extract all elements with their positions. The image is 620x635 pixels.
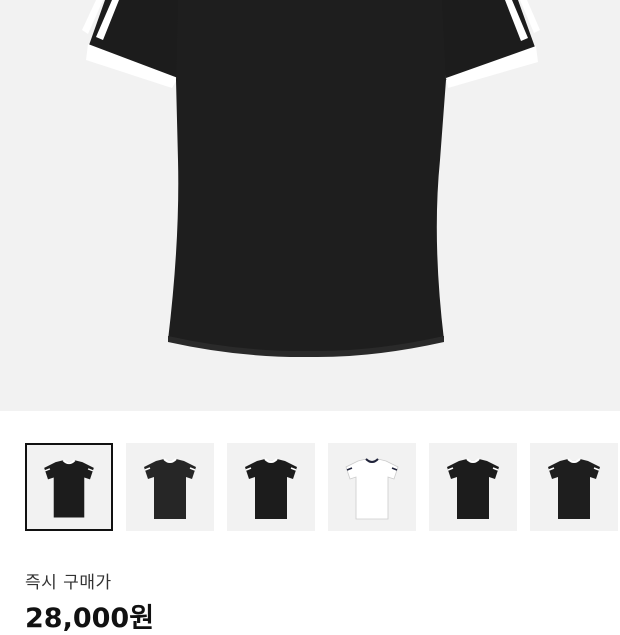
thumbnail-0[interactable] [25,443,113,531]
thumbnail-2[interactable] [227,443,315,531]
white-ringer-tee [345,458,399,520]
thumbnail-4[interactable] [429,443,517,531]
instant-buy-label: 즉시 구매가 [25,573,112,593]
thumbnail-1[interactable] [126,443,214,531]
tshirt-illustration [82,0,540,358]
black-three-stripe-tee-alt [548,459,600,519]
black-cropped-tee [245,459,297,519]
thumbnail-3[interactable] [328,443,416,531]
product-main-image[interactable] [0,0,620,411]
instant-buy-price: 28,000원 [25,603,155,634]
black-slim-trefoil-tee [447,459,499,519]
black-three-stripe-tee [44,460,94,518]
thumbnail-strip [25,443,620,533]
thumbnail-5[interactable] [530,443,618,531]
black-trefoil-pinstripe-tee [144,459,196,519]
